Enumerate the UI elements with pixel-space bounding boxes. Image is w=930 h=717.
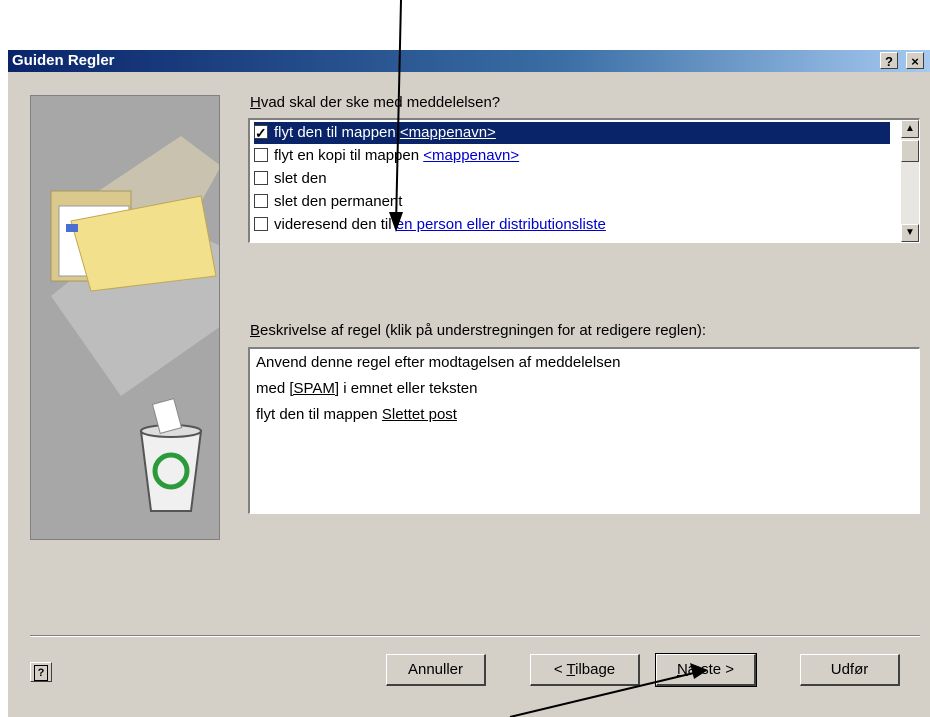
rule-description-box: Anvend denne regel efter modtagelsen af … — [248, 347, 920, 514]
action-item-move-to-folder[interactable]: flyt den til mappen <mappenavn> — [254, 122, 890, 144]
action-link-folder-name[interactable]: <mappenavn> — [400, 124, 496, 141]
description-link-spam[interactable]: [SPAM] — [289, 380, 339, 397]
help-icon: ? — [34, 665, 48, 681]
description-line-2-pre: med — [256, 380, 290, 397]
next-button-accesskey: N — [676, 661, 688, 678]
description-line-2: med [SPAM] i emnet eller teksten — [256, 377, 478, 401]
finish-button[interactable]: Udfør — [800, 654, 900, 686]
help-button[interactable]: ? — [30, 662, 52, 682]
action-item-copy-to-folder[interactable]: flyt en kopi til mappen <mappenavn> — [254, 145, 890, 167]
description-label: Beskrivelse af regel (klik på understreg… — [250, 322, 706, 339]
description-line-1: Anvend denne regel efter modtagelsen af … — [256, 354, 621, 371]
action-item-forward[interactable]: videresend den til en person eller distr… — [254, 214, 890, 236]
back-button-accesskey: T — [566, 661, 576, 678]
back-button-text: ilbage — [575, 661, 616, 678]
actions-label: Hvad skal der ske med meddelelsen? — [250, 94, 500, 111]
action-link-copy-folder-name[interactable]: <mappenavn> — [423, 147, 519, 164]
action-item-delete-permanently[interactable]: slet den permanent — [254, 191, 890, 213]
action-link-recipient[interactable]: en person eller distributionsliste — [396, 216, 606, 233]
actions-listbox[interactable]: flyt den til mappen <mappenavn> flyt en … — [248, 118, 920, 243]
action-checkbox-copy[interactable] — [254, 148, 268, 163]
description-link-deleted-items[interactable]: Slettet post — [382, 406, 457, 423]
help-title-button[interactable]: ? — [880, 52, 898, 69]
action-text-move: flyt den til mappen — [274, 124, 400, 141]
window-title: Guiden Regler — [12, 52, 115, 69]
action-text-delete-permanently: slet den permanent — [274, 193, 403, 210]
description-line-3-pre: flyt den til mappen — [256, 406, 382, 423]
action-item-delete[interactable]: slet den — [254, 168, 890, 190]
folder-trash-illustration — [50, 136, 219, 512]
description-label-accesskey: B — [250, 322, 261, 339]
action-checkbox-move[interactable] — [254, 122, 268, 144]
next-button[interactable]: Næste > — [655, 653, 757, 687]
action-checkbox-delete-permanently[interactable] — [254, 194, 268, 209]
description-line-3: flyt den til mappen Slettet post — [256, 403, 457, 427]
action-text-copy: flyt en kopi til mappen — [274, 147, 424, 164]
back-button-pre: < — [553, 661, 567, 678]
next-button-text: æste > — [687, 661, 735, 678]
title-bar: Guiden Regler ? × — [8, 50, 930, 72]
rules-wizard-dialog: Guiden Regler ? × Hvad skal der ske med … — [8, 50, 930, 717]
actions-label-text: vad skal der ske med meddelelsen? — [260, 94, 501, 111]
wizard-illustration — [30, 95, 220, 540]
scroll-thumb[interactable] — [901, 140, 919, 162]
description-line-2-post: i emnet eller teksten — [339, 380, 478, 397]
actions-scrollbar[interactable]: ▲ ▼ — [901, 120, 919, 242]
footer-separator — [30, 635, 920, 637]
scroll-up-icon[interactable]: ▲ — [901, 120, 919, 138]
back-button[interactable]: < Tilbage — [530, 654, 640, 686]
scroll-down-icon[interactable]: ▼ — [901, 224, 919, 242]
close-button[interactable]: × — [906, 52, 924, 69]
action-checkbox-delete[interactable] — [254, 171, 268, 186]
action-text-forward: videresend den til — [274, 216, 396, 233]
cancel-button[interactable]: Annuller — [386, 654, 486, 686]
action-checkbox-forward[interactable] — [254, 217, 268, 232]
action-text-delete: slet den — [274, 170, 327, 187]
actions-label-accesskey: H — [250, 94, 261, 111]
description-label-text: eskrivelse af regel (klik på understregn… — [260, 322, 707, 339]
